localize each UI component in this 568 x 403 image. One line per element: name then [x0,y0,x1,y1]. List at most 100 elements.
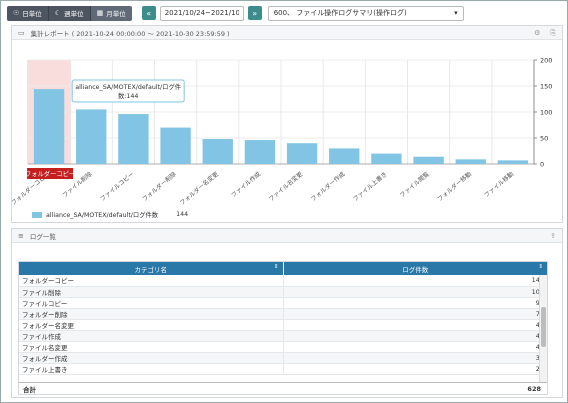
monthly-button[interactable]: ▦ 月単位 [90,5,132,21]
column-header-category[interactable]: カテゴリ名 ⇕ [19,262,284,275]
row-count: 70 [282,308,547,320]
report-select[interactable]: 600、 ファイル操作ログサマリ(操作ログ) ▾ [267,5,464,21]
legend-value: 144 [176,211,189,218]
bar-6[interactable] [244,140,276,164]
report-title: 集計レポート ( 2021-10-24 00:00:00 ～ 2021-10-3… [30,29,230,38]
bar-9[interactable] [371,153,402,164]
scrollbar-thumb[interactable] [541,307,546,347]
report-panel-header: ▭ 集計レポート ( 2021-10-24 00:00:00 ～ 2021-10… [12,26,562,40]
row-category: ファイル上書き [19,363,283,375]
row-category: フォルダー名変更 [19,319,283,331]
row-count: 96 [282,297,547,309]
bar-2[interactable] [76,109,107,164]
list-icon: ≡ [18,231,24,240]
double-chevron-left-icon: « [146,8,152,18]
bar-chart: 050100150200フォルダーコピー ファイル削除 ファイルコピー フォルダー削除… [9,56,552,207]
bar-11[interactable] [455,159,486,164]
row-category: ファイル削除 [19,286,283,298]
y-tick-label: 150 [540,82,552,90]
table-row[interactable]: ファイル上書き20 [19,363,547,375]
bar-3[interactable] [118,114,149,164]
column-header-count[interactable]: ログ件数 ⇕ [283,262,547,275]
chevron-down-icon: ▾ [454,9,458,17]
tooltip-value: 数:144 [118,91,138,100]
x-tick-label: ファイル作成 [229,170,262,199]
table-row[interactable]: ファイル作成46 [19,330,547,342]
monthly-label: 月単位 [106,10,126,18]
export-icon[interactable]: ⇪ [550,232,556,240]
y-tick-label: 200 [540,56,552,64]
table-row[interactable]: フォルダーコピー 144 [19,275,547,287]
weekly-label: 週単位 [64,10,84,18]
x-tick-label: フォルダー名変更 [178,170,220,207]
daily-button[interactable]: ☉ 日単位 [7,5,49,21]
table-row[interactable]: ファイル名変更40 [19,341,547,353]
calendar-icon: ▦ [96,9,104,17]
bar-8[interactable] [329,148,360,164]
bar-12[interactable] [497,160,529,164]
log-panel-title: ログ一覧 [29,232,56,241]
bar-7[interactable] [286,143,318,164]
row-category: フォルダー削除 [19,308,283,320]
log-panel: ≡ ログ一覧 ⇪ カテゴリ名 ⇕ ログ件数 ⇕ フォルダーコピー 144 ファイ… [11,228,563,398]
row-category: ファイルコピー [19,297,283,309]
bar-10[interactable] [413,156,444,164]
chart-legend: alliance_SA/MOTEX/default/ログ件数 144 [32,210,188,219]
row-count: 30 [282,352,547,364]
x-tick-label: ファイル上書き [351,170,388,203]
double-chevron-right-icon: » [252,8,258,18]
report-select-value: 600、 ファイル操作ログサマリ(操作ログ) [273,9,407,17]
bar-5[interactable] [202,139,233,164]
settings-icon[interactable]: ⚙ [534,29,540,37]
table-row[interactable]: フォルダー作成30 [19,352,547,364]
chart-icon: ▭ [18,28,25,37]
date-range-input[interactable] [159,5,244,21]
total-value: 628 [527,384,541,393]
y-tick-label: 50 [540,134,548,142]
copy-icon[interactable]: ⎘ [550,29,556,38]
weekly-button[interactable]: ☾ 週単位 [48,5,91,21]
x-tick-label: フォルダー移動 [436,170,473,203]
daily-label: 日単位 [22,10,42,18]
row-count: 20 [282,363,547,375]
x-tick-label: ファイル移動 [482,170,515,199]
table-scrollbar[interactable] [539,275,547,383]
table-row[interactable]: フォルダー削除70 [19,308,547,320]
row-category: フォルダーコピー [19,275,283,287]
prev-period-button[interactable]: « [141,6,156,20]
x-highlight-label: フォルダーコピー [25,169,75,178]
period-selector: ☉ 日単位 ☾ 週単位 ▦ 月単位 [7,5,132,21]
log-panel-header: ≡ ログ一覧 ⇪ [12,229,562,243]
table-row[interactable]: フォルダー名変更48 [19,319,547,331]
tooltip-text: alliance_SA/MOTEX/default/ログ件 [75,82,181,91]
y-tick-label: 100 [540,108,552,116]
y-tick-label: 0 [540,160,544,168]
x-tick-label: フォルダー作成 [309,170,346,203]
x-tick-label: フォルダー削除 [140,170,177,203]
chart-area: 0 50 100 150 200 フォルダーコピー ファイル削除 ファイルコピー フォルダー削除… [9,40,562,222]
bar-1[interactable] [33,89,65,164]
next-period-button[interactable]: » [247,6,262,20]
table-row[interactable]: ファイル削除 105 [19,286,547,298]
log-table: カテゴリ名 ⇕ ログ件数 ⇕ フォルダーコピー 144 ファイル削除 105 ファイルコ… [19,262,547,375]
app-window: ☉ 日単位 ☾ 週単位 ▦ 月単位 « » 600、 ファイル操作ログサマリ(操… [0,0,568,403]
log-table-container: カテゴリ名 ⇕ ログ件数 ⇕ フォルダーコピー 144 ファイル削除 105 ファイルコ… [18,261,548,395]
sort-icon: ⇕ [273,264,279,270]
total-row: 合計 628 [19,382,547,394]
table-row[interactable]: ファイルコピー96 [19,297,547,309]
row-count: 105 [282,286,547,298]
sort-icon: ⇕ [538,264,543,270]
report-panel: ▭ 集計レポート ( 2021-10-24 00:00:00 ～ 2021-10… [9,25,563,223]
legend-label: alliance_SA/MOTEX/default/ログ件数 [46,212,159,219]
row-category: フォルダー作成 [19,352,283,364]
moon-icon: ☾ [54,9,62,17]
row-category: ファイル作成 [19,330,283,342]
log-table-body: フォルダーコピー144ファイル削除105ファイルコピー96フォルダー削除70フォ… [19,275,547,375]
row-count: 40 [282,341,547,353]
legend-swatch [32,211,42,218]
row-count: 46 [282,330,547,342]
toolbar: ☉ 日単位 ☾ 週単位 ▦ 月単位 « » 600、 ファイル操作ログサマリ(操… [7,5,464,21]
bar-4[interactable] [160,127,191,164]
row-count: 144 [282,275,547,287]
x-tick-label: ファイル閲覧 [398,170,431,199]
